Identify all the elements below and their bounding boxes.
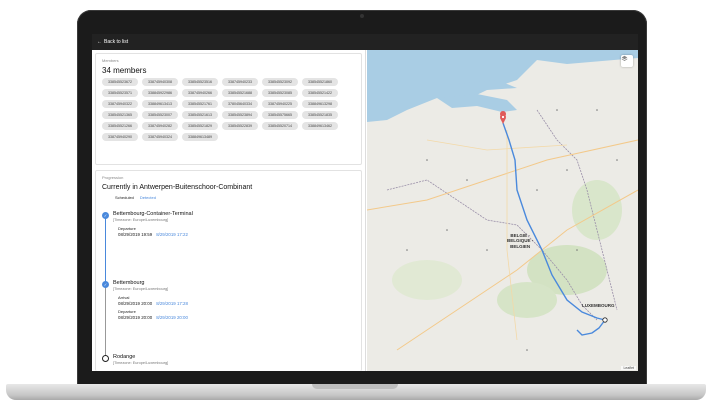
member-chip[interactable]: 338545575665 [262, 111, 298, 119]
event-scheduled-time: 08/29/2019 19:59 [118, 232, 153, 237]
member-chips: 338545523672 338745940308 338545523516 3387… [102, 78, 360, 141]
left-panel: Members 34 members 338545523672 338745940… [92, 50, 366, 371]
member-chip[interactable]: 338545523007 [142, 111, 178, 119]
destination-marker[interactable] [602, 317, 608, 323]
stop-item: Bettembourg [Timezone: Europe/Luxembourg… [113, 280, 188, 320]
member-chip[interactable]: 338545520714 [262, 122, 298, 130]
member-chip[interactable]: 338545521613 [182, 111, 218, 119]
event-detected-time: 8/29/2019 20:00 [156, 315, 188, 320]
member-chip[interactable]: 338545521761 [182, 100, 218, 108]
pin-center [501, 115, 505, 119]
member-chip[interactable]: 338545523894 [222, 111, 258, 119]
arrow-left-icon: ← [97, 39, 102, 45]
back-label: Back to list [104, 39, 129, 45]
member-chip[interactable]: 338849613413 [142, 100, 178, 108]
laptop-notch [312, 384, 398, 389]
event-scheduled-time: 08/29/2019 20:00 [118, 301, 153, 306]
stop-name: Rodange [113, 354, 136, 360]
event-detected-time: 8/29/2019 17:22 [156, 232, 188, 237]
member-chip[interactable]: 338849613489 [182, 133, 218, 141]
stop-name: Bettembourg [113, 280, 145, 286]
members-count: 34 members [102, 66, 147, 75]
member-chip[interactable]: 338745940322 [102, 100, 138, 108]
stop-event: Departure 08/29/2019 20:00 8/29/2019 20:… [118, 309, 188, 320]
event-label: Arrival [118, 295, 130, 300]
member-chip[interactable]: 338545521422 [302, 89, 338, 97]
layers-icon [621, 55, 628, 62]
tab-detected[interactable]: Detected [140, 195, 156, 200]
members-card: Members 34 members 338545523672 338745940… [95, 53, 362, 165]
map-label-luxembourg: LUXEMBOURG [582, 303, 615, 308]
map-attribution[interactable]: Leaflet [621, 366, 636, 370]
stop-done-icon [102, 212, 109, 219]
screen: ← Back to list Members 34 members 338545… [92, 34, 638, 371]
member-chip[interactable]: 338545523085 [262, 89, 298, 97]
member-chip[interactable]: 338745940324 [142, 133, 178, 141]
member-chip[interactable]: 338545523571 [102, 89, 138, 97]
event-label: Departure [118, 226, 136, 231]
member-chip[interactable]: 338849613298 [302, 100, 338, 108]
stop-pending-icon [102, 355, 109, 362]
camera [360, 14, 364, 18]
stop-event: Departure 08/29/2019 19:59 8/29/2019 17:… [118, 226, 193, 237]
member-chip[interactable]: 338545521266 [102, 122, 138, 130]
member-chip[interactable]: 378045640334 [222, 100, 258, 108]
stop-item: Bettembourg-Container-Terminal [Timezone… [113, 211, 193, 237]
stop-timezone: [Timezone: Europe/Luxembourg] [113, 361, 169, 365]
timeline-tabs: Scheduled Detected [115, 195, 355, 200]
event-times: 08/29/2019 19:59 8/29/2019 17:22 [118, 232, 193, 237]
event-scheduled-time: 08/29/2019 20:00 [118, 315, 153, 320]
route-map[interactable]: BELGIË - BELGIQUE - BELGIEN LUXEMBOURG L… [367, 50, 638, 371]
map-canvas [367, 50, 638, 351]
member-chip[interactable]: 338545521860 [302, 78, 338, 86]
tab-scheduled[interactable]: Scheduled [115, 195, 134, 200]
member-chip[interactable]: 338545522839 [222, 122, 258, 130]
member-chip[interactable]: 338745940308 [142, 78, 178, 86]
event-label: Departure [118, 309, 136, 314]
back-to-list-link[interactable]: ← Back to list [97, 39, 128, 45]
member-chip[interactable]: 338545521688 [222, 89, 258, 97]
event-times: 08/29/2019 20:00 8/29/2019 20:00 [118, 315, 188, 320]
member-chip[interactable]: 338545521835 [302, 111, 338, 119]
member-chip[interactable]: 338849613462 [302, 122, 338, 130]
progression-section-label: Progression [102, 175, 124, 180]
member-chip[interactable]: 338745940290 [102, 133, 138, 141]
current-location: Currently in Antwerpen-Buitenschoor-Comb… [102, 184, 253, 191]
route-line [576, 319, 606, 336]
stop-done-icon [102, 281, 109, 288]
stop-name: Bettembourg-Container-Terminal [113, 211, 193, 217]
event-times: 08/29/2019 20:00 8/29/2019 17:28 [118, 301, 188, 306]
map-label-belgium: BELGIË - BELGIQUE - BELGIEN [507, 233, 534, 249]
member-chip[interactable]: 338545523092 [262, 78, 298, 86]
member-chip[interactable]: 338545521365 [102, 111, 138, 119]
top-bar: ← Back to list [92, 34, 638, 50]
forest-area [392, 260, 462, 300]
member-chip[interactable]: 338545523672 [102, 78, 138, 86]
stop-timezone: [Timezone: Europe/Luxembourg] [113, 287, 169, 291]
member-chip[interactable]: 338745940266 [182, 89, 218, 97]
member-chip[interactable]: 338845922986 [142, 89, 178, 97]
stop-timezone: [Timezone: Europe/Luxembourg] [113, 218, 169, 222]
member-chip[interactable]: 338745940233 [222, 78, 258, 86]
member-chip[interactable]: 338745940225 [262, 100, 298, 108]
forest-area [497, 282, 557, 318]
stop-item: Rodange [Timezone: Europe/Luxembourg] [113, 354, 168, 365]
timeline-line-pending [105, 283, 106, 357]
event-detected-time: 8/29/2019 17:28 [156, 301, 188, 306]
members-section-label: Members [102, 58, 119, 63]
member-chip[interactable]: 338545521829 [182, 122, 218, 130]
road [426, 139, 568, 151]
member-chip[interactable]: 338745940282 [142, 122, 178, 130]
member-chip[interactable]: 338545523516 [182, 78, 218, 86]
stop-event: Arrival 08/29/2019 20:00 8/29/2019 17:28 [118, 295, 188, 306]
layers-button[interactable] [621, 55, 633, 67]
progression-card: Progression Currently in Antwerpen-Buite… [95, 170, 362, 371]
